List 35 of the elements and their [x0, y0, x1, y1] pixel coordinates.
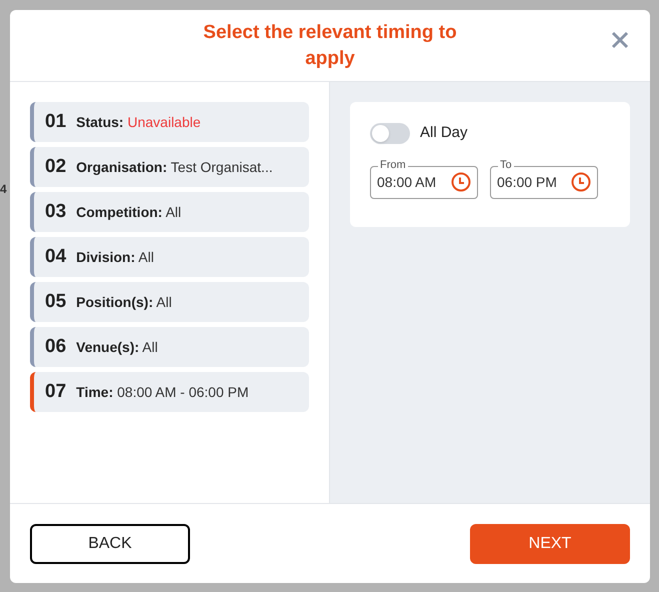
step-text: Organisation: Test Organisat... — [76, 158, 273, 177]
step-text: Competition: All — [76, 202, 182, 222]
step-item[interactable]: 07 Time: 08:00 AM - 06:00 PM — [30, 372, 309, 412]
step-text: Position(s): All — [76, 292, 172, 312]
next-button[interactable]: NEXT — [470, 524, 630, 564]
field-label: From — [378, 158, 408, 172]
back-button[interactable]: BACK — [30, 524, 190, 564]
step-text: Status: Unavailable — [76, 112, 201, 132]
step-item[interactable]: 06 Venue(s): All — [30, 327, 309, 367]
all-day-label: All Day — [420, 123, 468, 143]
all-day-toggle[interactable] — [370, 122, 410, 144]
clock-icon[interactable] — [451, 172, 471, 192]
clock-icon[interactable] — [571, 172, 591, 192]
step-text: Time: 08:00 AM - 06:00 PM — [76, 382, 249, 402]
step-item[interactable]: 04 Division: All — [30, 237, 309, 277]
step-item[interactable]: 03 Competition: All — [30, 192, 309, 232]
dialog-title: Select the relevant timing to apply — [202, 20, 458, 70]
step-number: 04 — [45, 244, 66, 269]
step-number: 02 — [45, 154, 66, 179]
step-item[interactable]: 05 Position(s): All — [30, 282, 309, 322]
time-value: 06:00 PM — [497, 172, 557, 192]
close-icon — [611, 31, 629, 49]
step-number: 05 — [45, 290, 66, 314]
close-button[interactable] — [610, 30, 630, 50]
step-number: 01 — [45, 110, 66, 134]
step-item[interactable]: 02 Organisation: Test Organisat... — [30, 147, 309, 187]
step-text: Division: All — [76, 248, 154, 266]
step-number: 03 — [45, 200, 66, 224]
step-item[interactable]: 01 Status: Unavailable — [30, 102, 309, 142]
step-number: 06 — [45, 334, 66, 359]
step-text: Venue(s): All — [76, 338, 158, 357]
time-value: 08:00 AM — [377, 172, 436, 192]
day-number: 4 — [0, 181, 7, 198]
field-label: To — [498, 158, 514, 172]
step-number: 07 — [45, 380, 66, 404]
